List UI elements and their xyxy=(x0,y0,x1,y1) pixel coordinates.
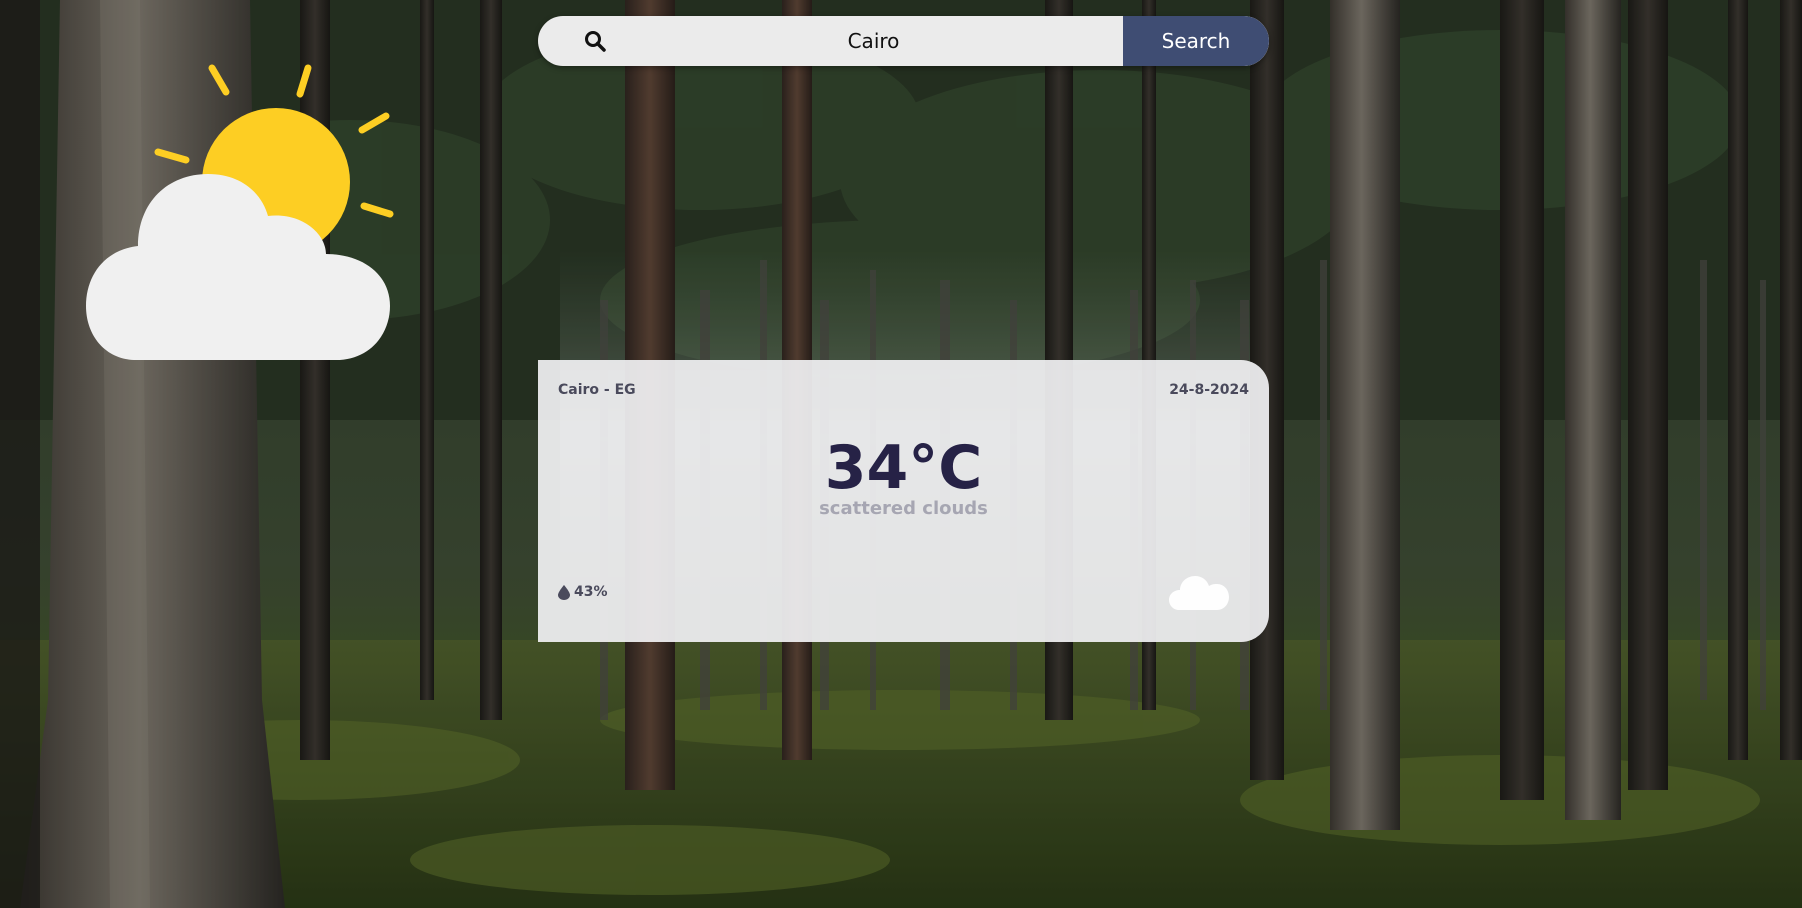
cloud-icon xyxy=(1169,576,1229,610)
location-label: Cairo - EG xyxy=(558,382,636,398)
search-button[interactable]: Search xyxy=(1123,16,1269,66)
search-bar: Search xyxy=(538,16,1269,66)
search-input[interactable] xyxy=(646,16,1123,66)
temperature-value: 34°C xyxy=(824,433,983,503)
search-icon[interactable] xyxy=(538,16,646,66)
weather-card: Cairo - EG 24-8-2024 34°C scattered clou… xyxy=(538,360,1269,642)
humidity-value: 43% xyxy=(574,584,608,600)
date-label: 24-8-2024 xyxy=(1169,382,1249,398)
water-drop-icon xyxy=(558,584,570,600)
sun-behind-cloud-icon xyxy=(86,64,394,360)
humidity-indicator: 43% xyxy=(558,584,608,600)
app-background: Search Cairo - EG 24-8-2024 34°C scatter… xyxy=(0,0,1802,908)
weather-description: scattered clouds xyxy=(819,498,988,519)
